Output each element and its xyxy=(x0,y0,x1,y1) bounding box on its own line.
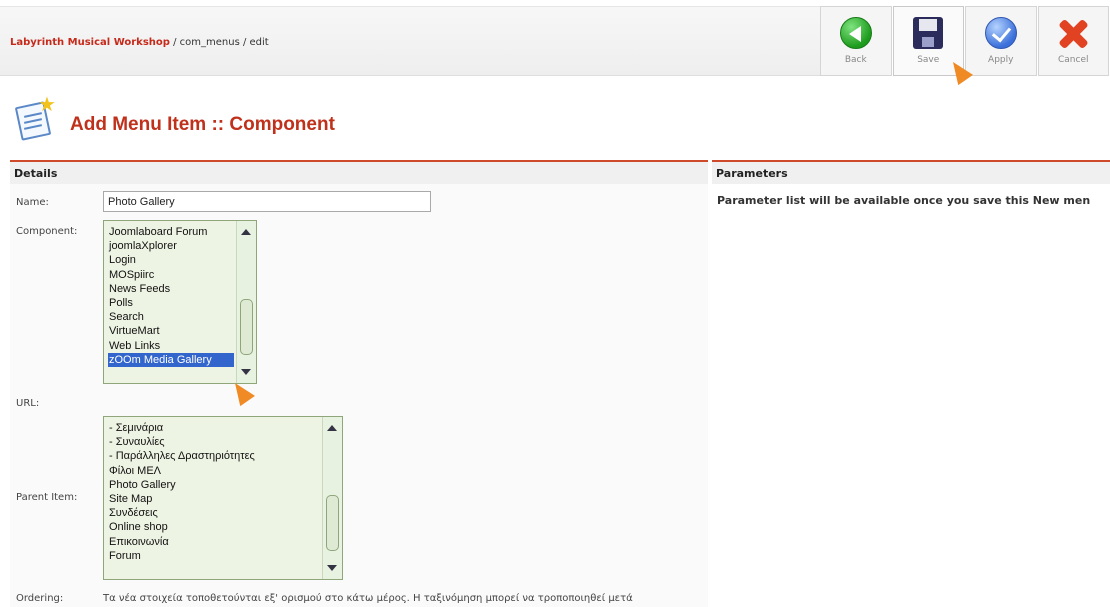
back-label: Back xyxy=(844,55,867,65)
list-option[interactable]: zOOm Media Gallery xyxy=(108,352,234,368)
list-option[interactable]: Photo Gallery xyxy=(108,478,320,492)
menu-item-add-icon: ★ xyxy=(14,94,58,142)
list-option[interactable]: Polls xyxy=(108,296,234,310)
page-title: Add Menu Item :: Component xyxy=(70,114,335,135)
scroll-down-icon[interactable] xyxy=(241,369,251,375)
list-option[interactable]: Επικοινωνία xyxy=(108,535,320,549)
url-label: URL: xyxy=(16,398,40,409)
list-option[interactable]: Search xyxy=(108,310,234,324)
cancel-label: Cancel xyxy=(1058,55,1089,65)
checkmark-icon xyxy=(984,17,1017,49)
list-option[interactable]: Joomlaboard Forum xyxy=(108,225,234,239)
name-input[interactable] xyxy=(103,191,431,212)
list-option[interactable]: Site Map xyxy=(108,492,320,506)
component-listbox[interactable]: Joomlaboard Forum joomlaXplorer Login MOSpi… xyxy=(103,220,257,384)
component-label: Component: xyxy=(16,226,78,237)
list-option[interactable]: - Συναυλίες xyxy=(108,435,320,449)
ordering-note: Τα νέα στοιχεία τοποθετούνται εξ' ορισμο… xyxy=(103,593,633,604)
list-option[interactable]: - Σεμινάρια xyxy=(108,421,320,435)
list-option[interactable]: joomlaXplorer xyxy=(108,239,234,253)
scrollbar-thumb[interactable] xyxy=(326,495,339,551)
back-button[interactable]: Back xyxy=(820,6,892,76)
name-label: Name: xyxy=(16,197,49,208)
site-name[interactable]: Labyrinth Musical Workshop xyxy=(10,37,170,48)
cancel-button[interactable]: Cancel xyxy=(1037,6,1109,76)
scroll-up-icon[interactable] xyxy=(327,425,337,431)
list-option[interactable]: Login xyxy=(108,253,234,267)
parent-options: - Σεμινάρια - Συναυλίες - Παράλληλες Δραστ… xyxy=(108,421,320,563)
back-arrow-icon xyxy=(839,17,872,49)
list-option[interactable]: News Feeds xyxy=(108,282,234,296)
scroll-up-icon[interactable] xyxy=(241,229,251,235)
parent-item-label: Parent Item: xyxy=(16,492,78,503)
parent-scrollbar[interactable] xyxy=(322,417,342,579)
component-options: Joomlaboard Forum joomlaXplorer Login MOSpi… xyxy=(108,225,234,368)
list-option[interactable]: Συνδέσεις xyxy=(108,506,320,520)
details-heading: Details xyxy=(10,160,708,184)
breadcrumb-path: / com_menus / edit xyxy=(169,37,269,48)
list-option[interactable]: Web Links xyxy=(108,339,234,353)
list-option[interactable]: Forum xyxy=(108,549,320,563)
apply-button[interactable]: Apply xyxy=(965,6,1037,76)
parent-item-listbox[interactable]: - Σεμινάρια - Συναυλίες - Παράλληλες Δραστ… xyxy=(103,416,343,580)
apply-label: Apply xyxy=(988,55,1014,65)
component-scrollbar[interactable] xyxy=(236,221,256,383)
list-option[interactable]: Φίλοι ΜΕΛ xyxy=(108,464,320,478)
breadcrumb: Labyrinth Musical Workshop / com_menus /… xyxy=(10,37,269,48)
parameters-panel xyxy=(712,184,1110,607)
admin-header: Labyrinth Musical Workshop / com_menus /… xyxy=(0,0,1110,82)
breadcrumb-bar: Labyrinth Musical Workshop / com_menus /… xyxy=(0,6,820,76)
floppy-disk-icon xyxy=(913,17,944,49)
x-icon xyxy=(1057,17,1089,49)
list-option[interactable]: MOSpiirc xyxy=(108,268,234,282)
scrollbar-thumb[interactable] xyxy=(240,299,253,355)
list-option[interactable]: - Παράλληλες Δραστηριότητες xyxy=(108,449,320,463)
list-option[interactable]: VirtueMart xyxy=(108,324,234,338)
parameters-heading: Parameters xyxy=(712,160,1110,184)
ordering-label: Ordering: xyxy=(16,593,64,604)
list-option[interactable]: Online shop xyxy=(108,520,320,534)
scroll-down-icon[interactable] xyxy=(327,565,337,571)
parameters-message: Parameter list will be available once yo… xyxy=(717,194,1091,207)
